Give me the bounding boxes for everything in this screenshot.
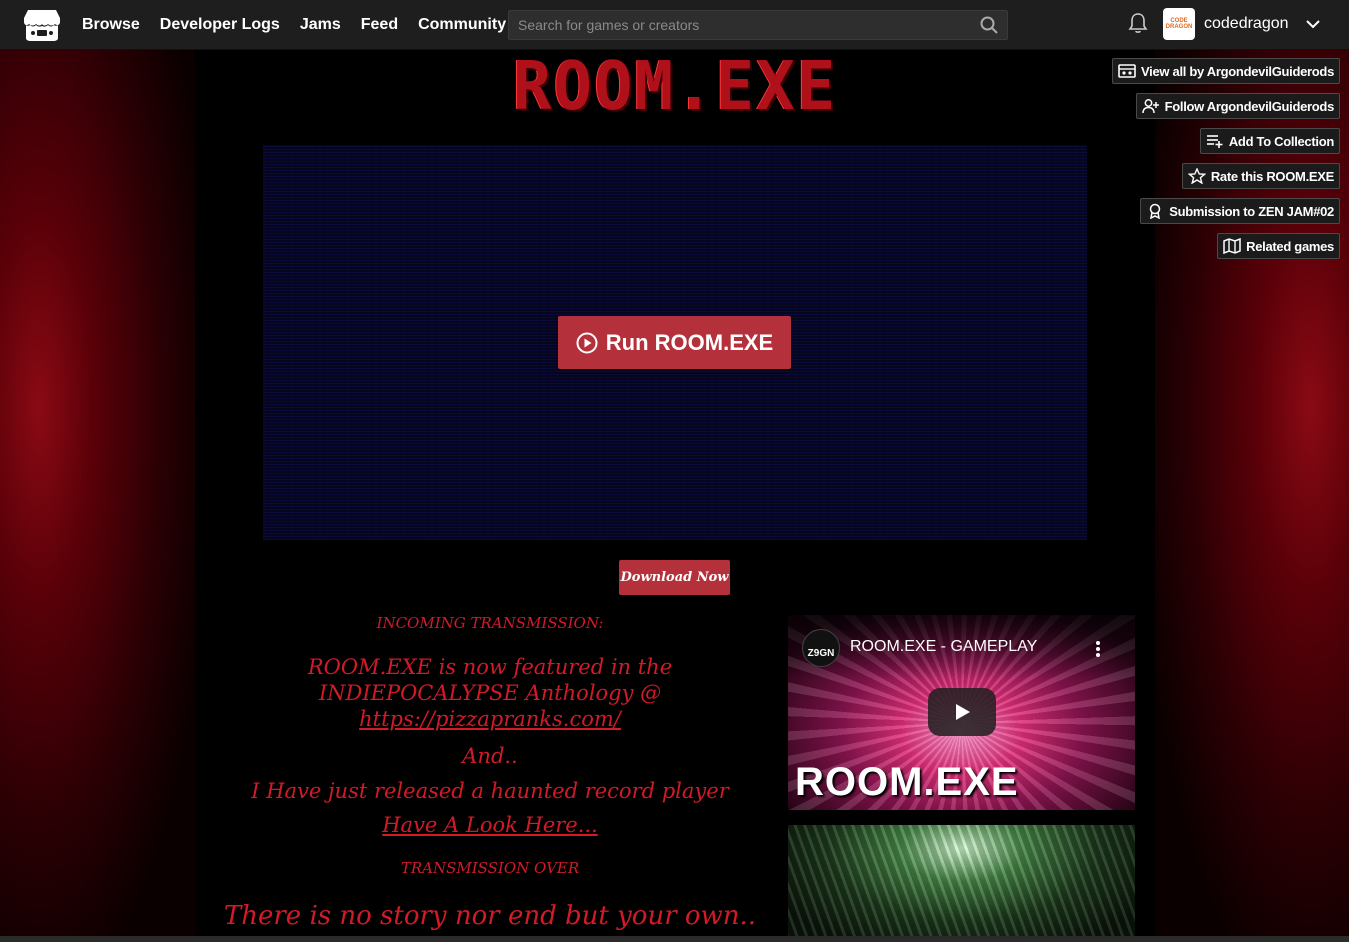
background-art-left [0, 50, 195, 942]
play-icon [956, 704, 970, 720]
chevron-down-icon[interactable] [1304, 15, 1322, 38]
tagline-text: There is no story nor end but your own.. [223, 901, 757, 931]
released-text: I Have just released a haunted record pl… [251, 779, 729, 803]
username[interactable]: codedragon [1204, 15, 1289, 33]
youtube-video-embed[interactable]: Z9GN ROOM.EXE - GAMEPLAY ROOM.EXE [788, 615, 1135, 810]
add-to-collection-label: Add To Collection [1228, 133, 1334, 149]
related-games-button[interactable]: Related games [1217, 233, 1340, 259]
run-game-button[interactable]: Run ROOM.EXE [558, 316, 791, 369]
map-icon [1223, 238, 1241, 254]
notification-bell-icon[interactable] [1127, 12, 1149, 39]
game-actions-panel: View all by ArgondevilGuiderods Follow A… [1112, 58, 1340, 259]
jam-submission-label: Submission to ZEN JAM#02 [1169, 203, 1334, 219]
top-navigation-bar: Browse Developer Logs Jams Feed Communit… [0, 0, 1349, 50]
channel-logo[interactable]: Z9GN [802, 629, 840, 667]
add-user-icon [1141, 99, 1159, 114]
nav-developer-logs[interactable]: Developer Logs [160, 16, 280, 34]
search-input[interactable] [509, 17, 969, 33]
transmission-over-text: TRANSMISSION OVER [400, 859, 580, 877]
view-all-by-author-button[interactable]: View all by ArgondevilGuiderods [1112, 58, 1340, 84]
main-nav: Browse Developer Logs Jams Feed Communit… [82, 16, 506, 34]
add-list-icon [1206, 135, 1223, 148]
play-circle-icon [576, 332, 598, 353]
follow-author-label: Follow ArgondevilGuiderods [1164, 98, 1335, 114]
itchio-logo-icon[interactable] [22, 7, 62, 43]
download-now-button[interactable]: Download Now [619, 560, 730, 595]
star-icon [1187, 168, 1206, 184]
nav-jams[interactable]: Jams [300, 16, 341, 34]
rate-game-label: Rate this ROOM.EXE [1210, 168, 1334, 184]
more-options-icon[interactable] [1093, 639, 1103, 664]
game-description: INCOMING TRANSMISSION: ROOM.EXE is now f… [215, 610, 765, 931]
video-overlay-title: ROOM.EXE [795, 760, 1019, 804]
transmission-heading: INCOMING TRANSMISSION: [376, 614, 604, 632]
follow-author-button[interactable]: Follow ArgondevilGuiderods [1135, 93, 1340, 119]
game-title-banner: ROOM.EXE [500, 48, 850, 126]
video-play-button[interactable] [928, 688, 996, 736]
rate-game-button[interactable]: Rate this ROOM.EXE [1181, 163, 1340, 189]
featured-paragraph: ROOM.EXE is now featured in the INDIEPOC… [215, 654, 765, 732]
gallery-icon [1118, 64, 1136, 78]
nav-browse[interactable]: Browse [82, 16, 140, 34]
game-title: ROOM.EXE [512, 48, 838, 126]
have-a-look-link[interactable]: Have A Look Here... [382, 813, 598, 837]
video-title[interactable]: ROOM.EXE - GAMEPLAY [850, 638, 1037, 656]
search-box [508, 10, 1008, 40]
avatar[interactable]: CODE DRAGON [1163, 8, 1195, 40]
nav-feed[interactable]: Feed [361, 16, 398, 34]
bottom-scrollbar[interactable] [0, 936, 1349, 942]
nav-community[interactable]: Community [418, 16, 506, 34]
jam-submission-button[interactable]: Submission to ZEN JAM#02 [1140, 198, 1340, 224]
featured-text: ROOM.EXE is now featured in the INDIEPOC… [307, 655, 673, 705]
and-text: And.. [462, 744, 518, 768]
search-icon[interactable] [980, 16, 998, 39]
award-icon [1150, 203, 1161, 219]
game-screenshot[interactable] [788, 825, 1135, 942]
view-all-by-author-label: View all by ArgondevilGuiderods [1141, 63, 1334, 79]
pizzapranks-link[interactable]: https://pizzapranks.com/ [359, 707, 621, 731]
run-game-label: Run ROOM.EXE [605, 329, 774, 355]
add-to-collection-button[interactable]: Add To Collection [1199, 128, 1340, 154]
related-games-label: Related games [1246, 238, 1334, 254]
